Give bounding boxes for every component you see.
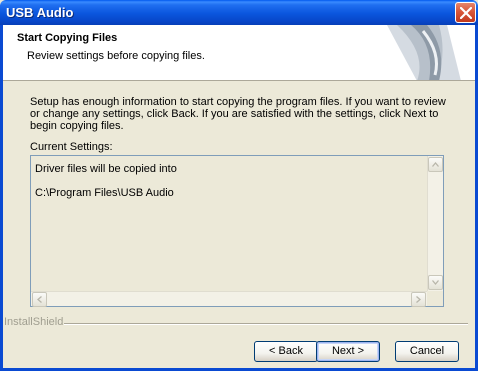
description-text: Setup has enough information to start co… — [30, 96, 446, 132]
wizard-graphic — [377, 25, 467, 80]
scroll-up-arrow-icon — [432, 162, 439, 167]
scrollbar-corner — [427, 291, 443, 306]
back-button[interactable]: < Back — [254, 341, 318, 362]
settings-text: Driver files will be copied into C:\Prog… — [35, 162, 425, 200]
scroll-left-button[interactable] — [32, 292, 47, 307]
scroll-up-button[interactable] — [428, 157, 443, 172]
current-settings-box[interactable]: Driver files will be copied into C:\Prog… — [30, 155, 444, 307]
scroll-right-button[interactable] — [411, 292, 426, 307]
settings-line: Driver files will be copied into — [35, 163, 177, 175]
current-settings-label: Current Settings: — [30, 141, 113, 153]
scroll-right-arrow-icon — [416, 296, 421, 303]
close-button[interactable] — [455, 2, 476, 23]
title-bar[interactable]: USB Audio — [0, 0, 478, 25]
installshield-label: InstallShield — [4, 316, 64, 328]
header-title: Start Copying Files — [17, 32, 118, 44]
vertical-scrollbar[interactable] — [427, 156, 443, 291]
scroll-left-arrow-icon — [37, 296, 42, 303]
header-subtitle: Review settings before copying files. — [27, 50, 205, 62]
window-title: USB Audio — [6, 5, 74, 20]
scroll-down-button[interactable] — [428, 275, 443, 290]
cancel-button[interactable]: Cancel — [395, 341, 459, 362]
next-button[interactable]: Next > — [316, 341, 380, 362]
wizard-header: Start Copying Files Review settings befo… — [3, 25, 475, 81]
horizontal-scrollbar[interactable] — [31, 291, 427, 307]
settings-line: C:\Program Files\USB Audio — [35, 187, 174, 199]
scroll-down-arrow-icon — [432, 280, 439, 285]
footer-divider — [64, 323, 468, 325]
